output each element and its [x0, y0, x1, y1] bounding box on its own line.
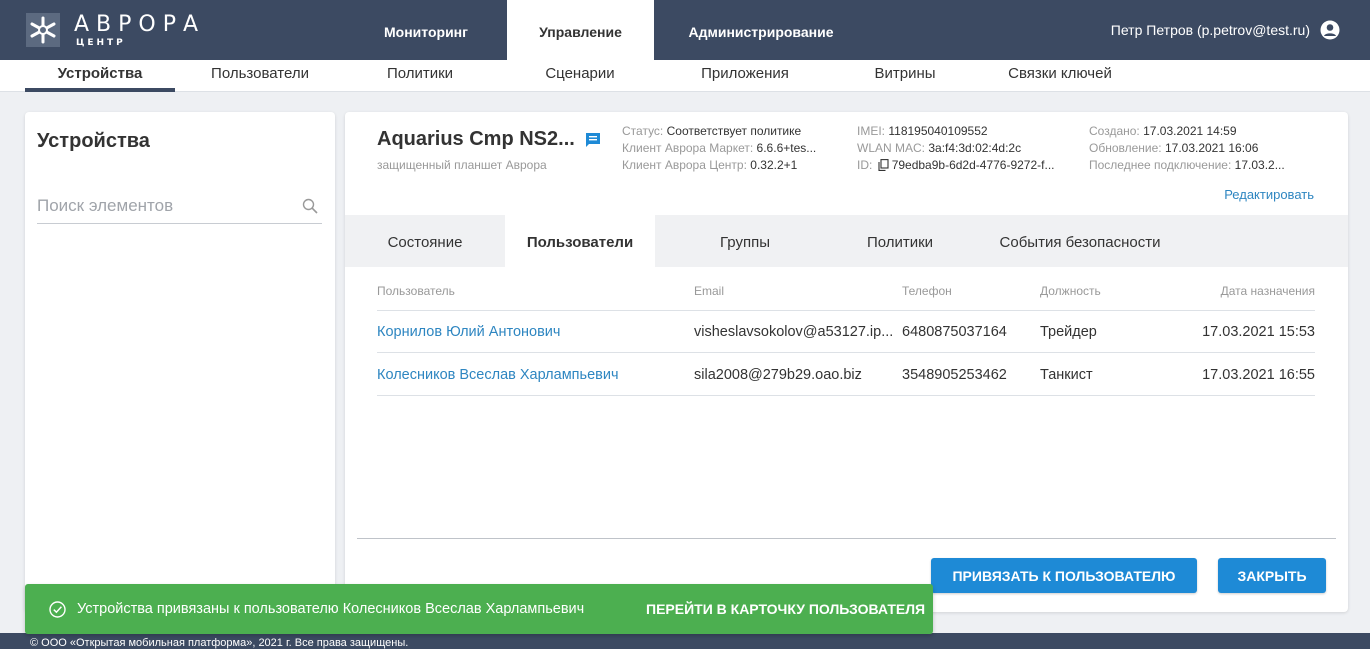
last-conn-label: Последнее подключение:: [1089, 158, 1232, 172]
copy-icon[interactable]: [878, 159, 889, 171]
sub-tab-policies[interactable]: Политики: [365, 60, 475, 92]
devices-list-panel: Устройства: [25, 112, 335, 612]
status-value: Соответствует политике: [666, 124, 802, 138]
id-value: 79edba9b-6d2d-4776-9272-f...: [891, 158, 1055, 172]
close-button[interactable]: ЗАКРЫТЬ: [1218, 558, 1326, 593]
created-value: 17.03.2021 14:59: [1143, 124, 1237, 138]
column-header-user[interactable]: Пользователь: [377, 284, 455, 298]
footer: © ООО «Открытая мобильная платформа», 20…: [0, 633, 1370, 649]
main-tab-management[interactable]: Управление: [507, 0, 654, 60]
logo[interactable]: АВРОРА ЦЕНТР: [22, 10, 222, 50]
user-phone: 6480875037164: [902, 324, 1007, 340]
updated-value: 17.03.2021 16:06: [1164, 141, 1259, 155]
search-input[interactable]: [37, 196, 287, 216]
check-circle-icon: [49, 601, 66, 618]
sub-tab-apps[interactable]: Приложения: [680, 60, 810, 92]
edit-link[interactable]: Редактировать: [1224, 187, 1314, 202]
brand-name: АВРОРА: [74, 12, 206, 37]
toast-message: Устройства привязаны к пользователю Коле…: [77, 601, 585, 617]
user-phone: 3548905253462: [902, 367, 1007, 383]
tab-users[interactable]: Пользователи: [505, 215, 655, 267]
updated-label: Обновление:: [1089, 141, 1162, 155]
copyright: © ООО «Открытая мобильная платформа», 20…: [30, 637, 409, 649]
header-divider: [377, 310, 1315, 311]
market-label: Клиент Аврора Маркет:: [622, 141, 754, 155]
column-header-position[interactable]: Должность: [1040, 284, 1101, 298]
user-name-link[interactable]: Корнилов Юлий Антонович: [377, 324, 560, 340]
brand-sub: ЦЕНТР: [76, 38, 126, 48]
search-box[interactable]: [37, 192, 322, 224]
device-ids-info: IMEI: 118195040109552 WLAN MAC: 3a:f4:3d…: [857, 123, 1079, 174]
sub-tab-keychains[interactable]: Связки ключей: [990, 60, 1130, 92]
actions-divider: [357, 538, 1336, 539]
user-email: sila2008@279b29.oao.biz: [694, 367, 862, 383]
search-icon[interactable]: [302, 198, 318, 214]
market-value: 6.6.6+tes...: [756, 141, 817, 155]
user-name[interactable]: Петр Петров (p.petrov@test.ru): [1111, 22, 1310, 38]
sub-tab-showcases[interactable]: Витрины: [850, 60, 960, 92]
tab-policies[interactable]: Политики: [835, 215, 965, 267]
user-position: Трейдер: [1040, 324, 1097, 340]
id-label: ID:: [857, 158, 873, 172]
imei-label: IMEI:: [857, 124, 886, 138]
go-to-user-card-button[interactable]: ПЕРЕЙТИ В КАРТОЧКУ ПОЛЬЗОВАТЕЛЯ: [646, 601, 925, 617]
row-divider: [377, 352, 1315, 353]
user-position: Танкист: [1040, 367, 1093, 383]
panel-title: Устройства: [37, 130, 150, 152]
sub-tab-scenarios[interactable]: Сценарии: [525, 60, 635, 92]
status-label: Статус:: [622, 124, 664, 138]
imei-value: 118195040109552: [888, 124, 988, 138]
success-toast: Устройства привязаны к пользователю Коле…: [25, 584, 933, 634]
wlan-value: 3a:f4:3d:02:4d:2c: [928, 141, 1022, 155]
sub-tab-users[interactable]: Пользователи: [190, 60, 330, 92]
tab-security-events[interactable]: События безопасности: [985, 215, 1175, 267]
center-label: Клиент Аврора Центр:: [622, 158, 747, 172]
row-divider: [377, 395, 1315, 396]
assign-date: 17.03.2021 15:53: [1202, 324, 1315, 340]
user-email: visheslavsokolov@a53127.ip...: [694, 324, 894, 340]
main-tab-monitoring[interactable]: Мониторинг: [362, 0, 490, 60]
main-tab-administration[interactable]: Администрирование: [676, 0, 846, 60]
device-dates-info: Создано: 17.03.2021 14:59 Обновление: 17…: [1089, 123, 1321, 174]
column-header-assign-date[interactable]: Дата назначения: [1221, 284, 1315, 298]
created-label: Создано:: [1089, 124, 1140, 138]
chat-icon[interactable]: [585, 132, 601, 148]
wlan-label: WLAN MAC:: [857, 141, 926, 155]
device-status-info: Статус: Соответствует политике Клиент Ав…: [622, 123, 844, 174]
user-circle-icon[interactable]: [1320, 20, 1340, 40]
column-header-email[interactable]: Email: [694, 284, 724, 298]
sub-tab-devices[interactable]: Устройства: [25, 60, 175, 92]
device-card: Aquarius Cmp NS2... защищенный планшет А…: [345, 112, 1348, 612]
column-header-phone[interactable]: Телефон: [902, 284, 952, 298]
center-value: 0.32.2+1: [750, 158, 798, 172]
tab-groups[interactable]: Группы: [655, 215, 835, 267]
last-conn-value: 17.03.2...: [1234, 158, 1285, 172]
device-name: Aquarius Cmp NS2...: [377, 128, 575, 150]
user-name-link[interactable]: Колесников Всеслав Харлампьевич: [377, 367, 619, 383]
assign-date: 17.03.2021 16:55: [1202, 367, 1315, 383]
tab-state[interactable]: Состояние: [345, 215, 505, 267]
top-bar: АВРОРА ЦЕНТР Мониторинг Управление Админ…: [0, 0, 1370, 60]
device-subtitle: защищенный планшет Аврора: [377, 158, 547, 172]
device-tabs: Состояние Пользователи Группы Политики С…: [345, 215, 1348, 267]
logo-mark-icon: [26, 13, 60, 47]
bind-to-user-button[interactable]: ПРИВЯЗАТЬ К ПОЛЬЗОВАТЕЛЮ: [931, 558, 1197, 593]
sub-nav: Устройства Пользователи Политики Сценари…: [0, 60, 1370, 92]
